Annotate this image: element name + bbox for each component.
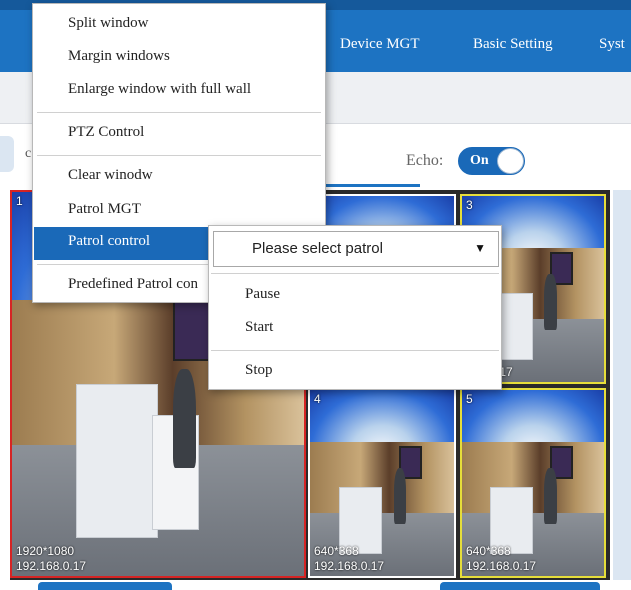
nav-system[interactable]: Syst [599,36,625,53]
echo-toggle-state: On [470,153,489,168]
video-pane-4[interactable]: 4 640*368 192.168.0.17 [308,388,456,578]
pane-number: 1 [16,194,23,208]
dropdown-arrow-icon: ▼ [474,241,486,255]
feed-ceiling [462,390,604,446]
left-tab-handle[interactable] [0,136,14,172]
feed-wall [462,442,604,517]
pane-ip: 192.168.0.17 [16,559,87,573]
feed-ceiling [310,390,454,446]
feed-desk [76,384,158,538]
active-underline [320,184,420,187]
menu-item-label: Enlarge window with full wall [68,81,252,97]
toggle-knob [497,148,524,174]
menu-item-label: Clear winodw [68,167,153,183]
pane-resolution: 640*368 [466,544,511,558]
menu-item-label: Start [245,319,274,335]
menu-item-enlarge-full-wall[interactable]: Enlarge window with full wall [34,75,326,105]
feed-person [172,368,196,469]
menu-item-label: PTZ Control [68,124,145,140]
menu-item-clear-window[interactable]: Clear winodw [34,161,326,191]
right-panel-edge[interactable] [613,190,631,580]
toolbar-left-label: c [25,146,32,161]
pane-resolution: 640*368 [314,544,359,558]
nav-basic-setting[interactable]: Basic Setting [473,36,553,53]
patrol-select[interactable]: Please select patrol ▼ [213,231,499,267]
patrol-select-value: Please select patrol [252,240,383,257]
feed-wall [310,442,454,517]
menu-separator [211,350,499,351]
patrol-submenu: Please select patrol ▼ Pause Start Stop [208,225,502,390]
menu-separator [37,155,321,156]
feed-person [544,274,558,330]
menu-item-label: Patrol control [68,233,151,249]
menu-item-label: Split window [68,15,149,31]
menu-item-patrol-mgt[interactable]: Patrol MGT [34,195,326,225]
patrol-start-item[interactable]: Start [210,314,502,342]
pane-number: 4 [314,392,321,406]
nav-device-mgt[interactable]: Device MGT [340,36,420,53]
menu-item-label: Patrol MGT [68,201,141,217]
bottom-button-right[interactable] [440,582,600,590]
menu-item-label: Margin windows [68,48,170,64]
menu-item-patrol-control[interactable]: Patrol control [34,227,216,260]
echo-toggle[interactable]: On [458,147,525,175]
menu-item-label: Predefined Patrol con [68,276,198,292]
pane-ip: 192.168.0.17 [466,559,537,573]
pane-resolution: 1920*1080 [16,544,75,558]
feed-person [544,468,558,524]
menu-item-label: Stop [245,362,273,378]
feed-person [393,468,407,524]
menu-item-label: Pause [245,286,280,302]
bottom-button-left[interactable] [38,582,172,590]
patrol-stop-item[interactable]: Stop [210,357,502,385]
menu-separator [211,273,499,274]
patrol-pause-item[interactable]: Pause [210,281,502,309]
menu-item-margin-windows[interactable]: Margin windows [34,42,326,72]
pane-ip: 192.168.0.17 [314,559,385,573]
video-pane-5[interactable]: 5 640*368 192.168.0.17 [460,388,606,578]
echo-label: Echo: [406,152,444,169]
menu-item-split-window[interactable]: Split window [34,9,326,39]
menu-item-ptz-control[interactable]: PTZ Control [34,118,326,148]
pane-number: 5 [466,392,473,406]
menu-separator [37,112,321,113]
pane-number: 3 [466,198,473,212]
